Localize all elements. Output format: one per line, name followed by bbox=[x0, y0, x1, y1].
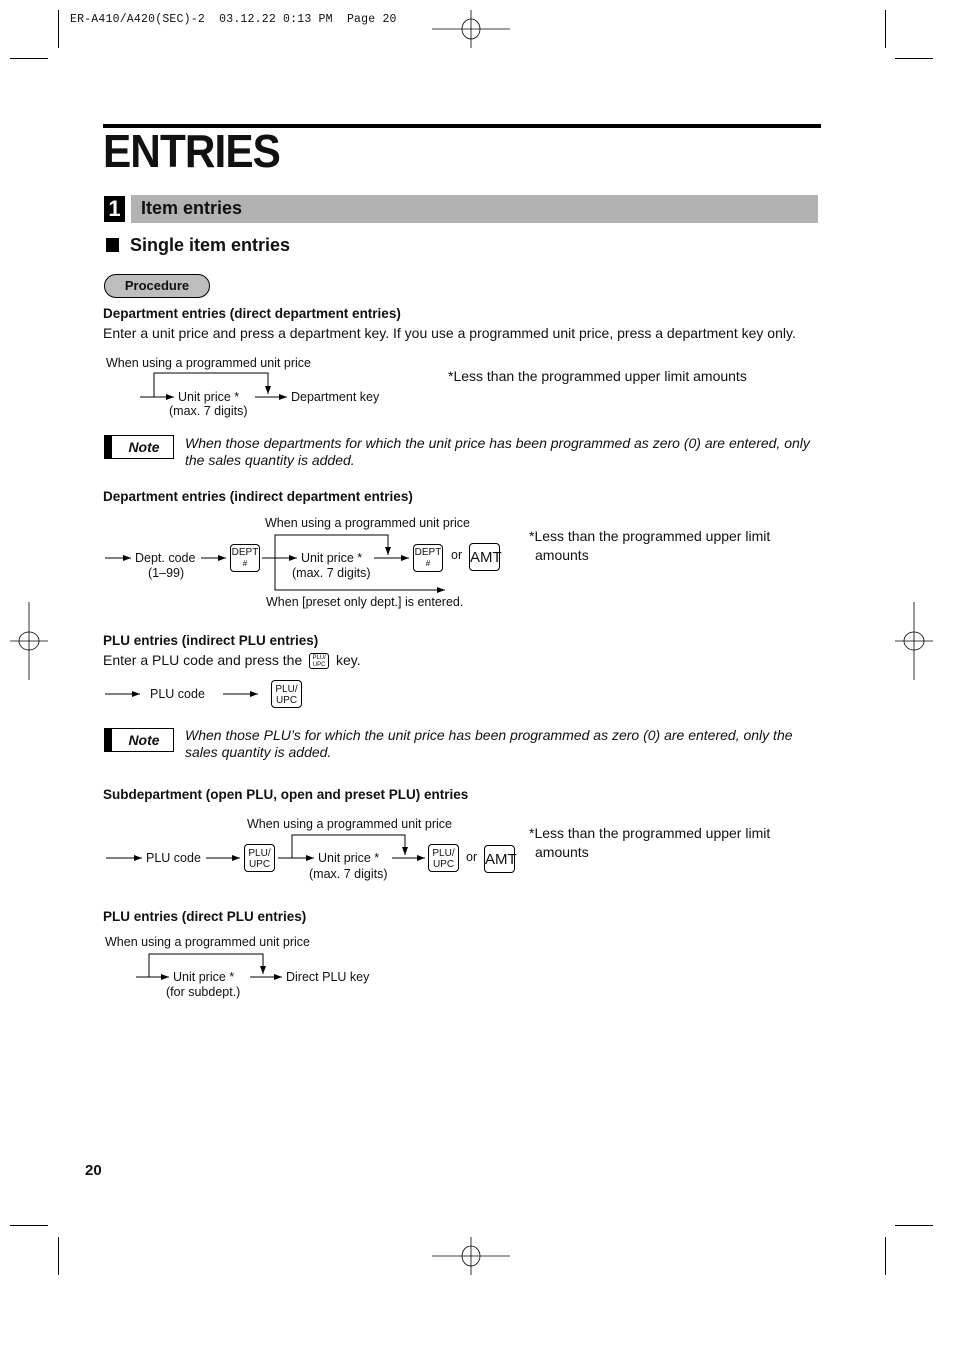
note-badge: Note bbox=[104, 728, 174, 752]
text-dept-direct: Enter a unit price and press a departmen… bbox=[103, 325, 796, 341]
plu-key: PLU/ UPC bbox=[428, 844, 459, 872]
crop-mark bbox=[10, 1225, 48, 1226]
footnote-line2: amounts bbox=[535, 547, 589, 563]
text-after: key. bbox=[336, 652, 361, 668]
unit-price-label: Unit price * bbox=[178, 390, 240, 404]
heading-dept-direct: Department entries (direct department en… bbox=[103, 306, 401, 321]
section-number-badge: 1 bbox=[104, 196, 125, 222]
registration-mark bbox=[432, 10, 510, 48]
preset-label: When [preset only dept.] is entered. bbox=[266, 595, 464, 609]
dept-key-top: DEPT bbox=[414, 547, 442, 558]
heading-plu-direct: PLU entries (direct PLU entries) bbox=[103, 909, 307, 924]
crop-mark bbox=[895, 58, 933, 59]
or-label: or bbox=[451, 548, 463, 562]
unit-price-label: Unit price * bbox=[318, 851, 380, 865]
dept-code-label: Dept. code bbox=[135, 551, 196, 565]
plu-key-top: PLU/ bbox=[275, 684, 298, 695]
crop-mark bbox=[885, 10, 886, 48]
bypass-label: When using a programmed unit price bbox=[105, 935, 310, 949]
subsection-title: Single item entries bbox=[130, 235, 291, 255]
unit-price-label: Unit price * bbox=[173, 970, 235, 984]
note-text: When those departments for which the uni… bbox=[185, 435, 810, 468]
plu-code-label: PLU code bbox=[150, 687, 205, 701]
unit-price-sub: (max. 7 digits) bbox=[292, 566, 371, 580]
unit-price-label: Unit price * bbox=[301, 551, 363, 565]
heading-plu-indirect: PLU entries (indirect PLU entries) bbox=[103, 633, 319, 648]
dept-key: DEPT # bbox=[413, 544, 443, 572]
print-slug: ER-A410/A420(SEC)-2 03.12.22 0:13 PM Pag… bbox=[70, 13, 397, 26]
crop-mark bbox=[58, 10, 59, 48]
procedure-badge: Procedure bbox=[104, 274, 210, 298]
note-label: Note bbox=[128, 732, 160, 748]
dept-code-sub: (1–99) bbox=[148, 566, 185, 580]
registration-mark bbox=[432, 1237, 510, 1275]
crop-mark bbox=[58, 1237, 59, 1275]
plu-code-label: PLU code bbox=[146, 851, 201, 865]
dept-key-bottom: # bbox=[425, 559, 431, 568]
registration-mark bbox=[895, 602, 933, 680]
plu-key-bottom: UPC bbox=[432, 859, 455, 870]
bypass-label: When using a programmed unit price bbox=[247, 817, 452, 831]
crop-mark bbox=[10, 58, 48, 59]
crop-mark bbox=[895, 1225, 933, 1226]
note-bar bbox=[105, 436, 112, 458]
plu-key: PLU/ UPC bbox=[244, 844, 275, 872]
note-bar bbox=[105, 729, 112, 751]
plu-key-top: PLU/ bbox=[248, 848, 271, 859]
plu-key-bottom: UPC bbox=[248, 859, 271, 870]
heading-dept-indirect: Department entries (indirect department … bbox=[103, 489, 413, 504]
page-number: 20 bbox=[85, 1162, 102, 1179]
note-label: Note bbox=[128, 439, 160, 455]
plu-key-inline: PLU/ UPC bbox=[309, 653, 330, 670]
plu-key-bottom: UPC bbox=[312, 661, 326, 668]
note-text: When those PLU’s for which the unit pric… bbox=[185, 727, 793, 760]
dept-key: DEPT # bbox=[230, 544, 260, 572]
footnote-line1: *Less than the programmed upper limit bbox=[529, 528, 771, 544]
unit-price-sub: (max. 7 digits) bbox=[169, 404, 248, 418]
text-plu-indirect: Enter a PLU code and press the PLU/ UPC … bbox=[103, 652, 361, 670]
direct-plu-key-label: Direct PLU key bbox=[286, 970, 370, 984]
footnote-line1: *Less than the programmed upper limit bbox=[529, 825, 771, 841]
square-bullet-icon bbox=[106, 238, 119, 252]
note-badge: Note bbox=[104, 435, 174, 459]
text-before: Enter a PLU code and press the bbox=[103, 652, 303, 668]
plu-key-top: PLU/ bbox=[432, 848, 455, 859]
plu-key-top: PLU/ bbox=[312, 655, 326, 662]
section-title: Item entries bbox=[141, 198, 243, 218]
unit-price-sub: (max. 7 digits) bbox=[309, 867, 388, 881]
amt-key: AMT bbox=[469, 543, 502, 571]
registration-mark bbox=[10, 602, 48, 680]
department-key-label: Department key bbox=[291, 390, 380, 404]
page-title: ENTRIES bbox=[103, 125, 281, 177]
dept-key-bottom: # bbox=[242, 559, 248, 568]
footnote: *Less than the programmed upper limit am… bbox=[448, 368, 747, 384]
plu-key: PLU/ UPC bbox=[271, 680, 302, 708]
crop-mark bbox=[885, 1237, 886, 1275]
footnote-line2: amounts bbox=[535, 844, 589, 860]
bypass-label: When using a programmed unit price bbox=[265, 516, 470, 530]
amt-key: AMT bbox=[484, 845, 517, 873]
or-label: or bbox=[466, 850, 478, 864]
dept-key-top: DEPT bbox=[231, 547, 259, 558]
bypass-label: When using a programmed unit price bbox=[106, 356, 311, 370]
unit-price-sub: (for subdept.) bbox=[166, 985, 241, 999]
plu-key-bottom: UPC bbox=[275, 695, 298, 706]
heading-subdept: Subdepartment (open PLU, open and preset… bbox=[103, 787, 469, 802]
